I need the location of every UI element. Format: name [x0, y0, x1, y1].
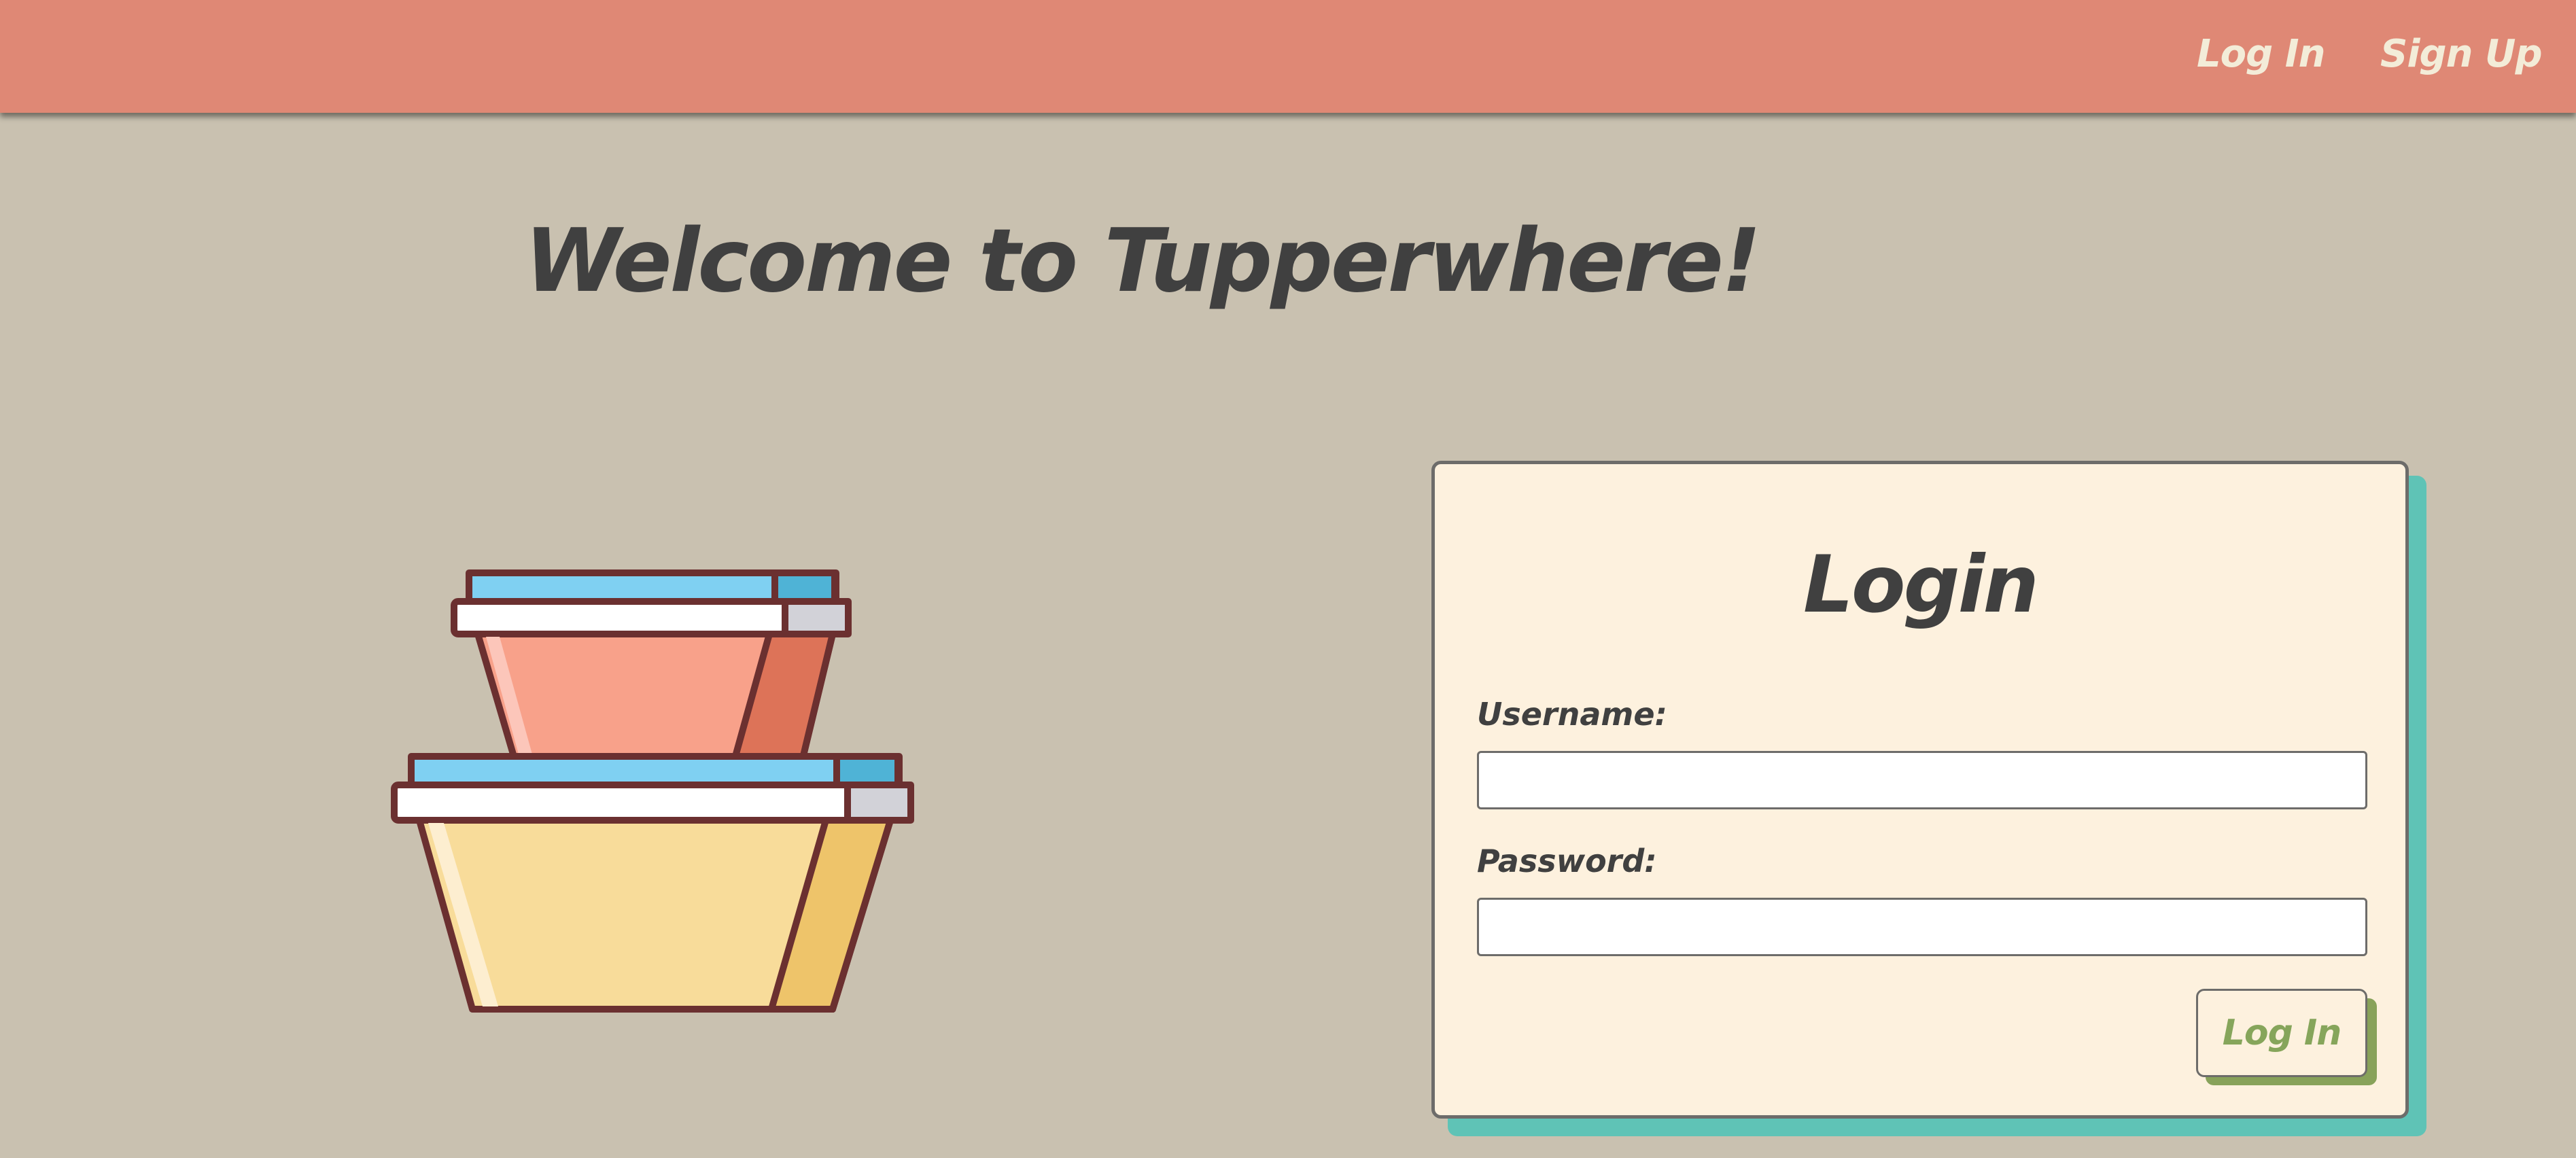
page-title-text: Welcome to Tupperwhere! [524, 211, 1762, 312]
page-title: Welcome to Tupperwhere! [0, 211, 2576, 313]
stacked-food-containers-icon [391, 569, 914, 1013]
password-label: Password: [1477, 843, 1657, 879]
login-card: Login Username: Password: Log In [1431, 461, 2409, 1119]
username-label: Username: [1477, 696, 1667, 733]
nav-signup-link[interactable]: Sign Up [2380, 30, 2543, 79]
login-submit-button[interactable]: Log In [2196, 989, 2367, 1077]
nav-login-link[interactable]: Log In [2197, 30, 2325, 79]
login-button-wrapper: Log In [2196, 989, 2380, 1088]
username-input[interactable] [1477, 751, 2367, 809]
login-card-title: Login [1803, 539, 2039, 631]
top-nav-bar: Log In Sign Up [0, 0, 2576, 113]
password-input[interactable] [1477, 898, 2367, 956]
